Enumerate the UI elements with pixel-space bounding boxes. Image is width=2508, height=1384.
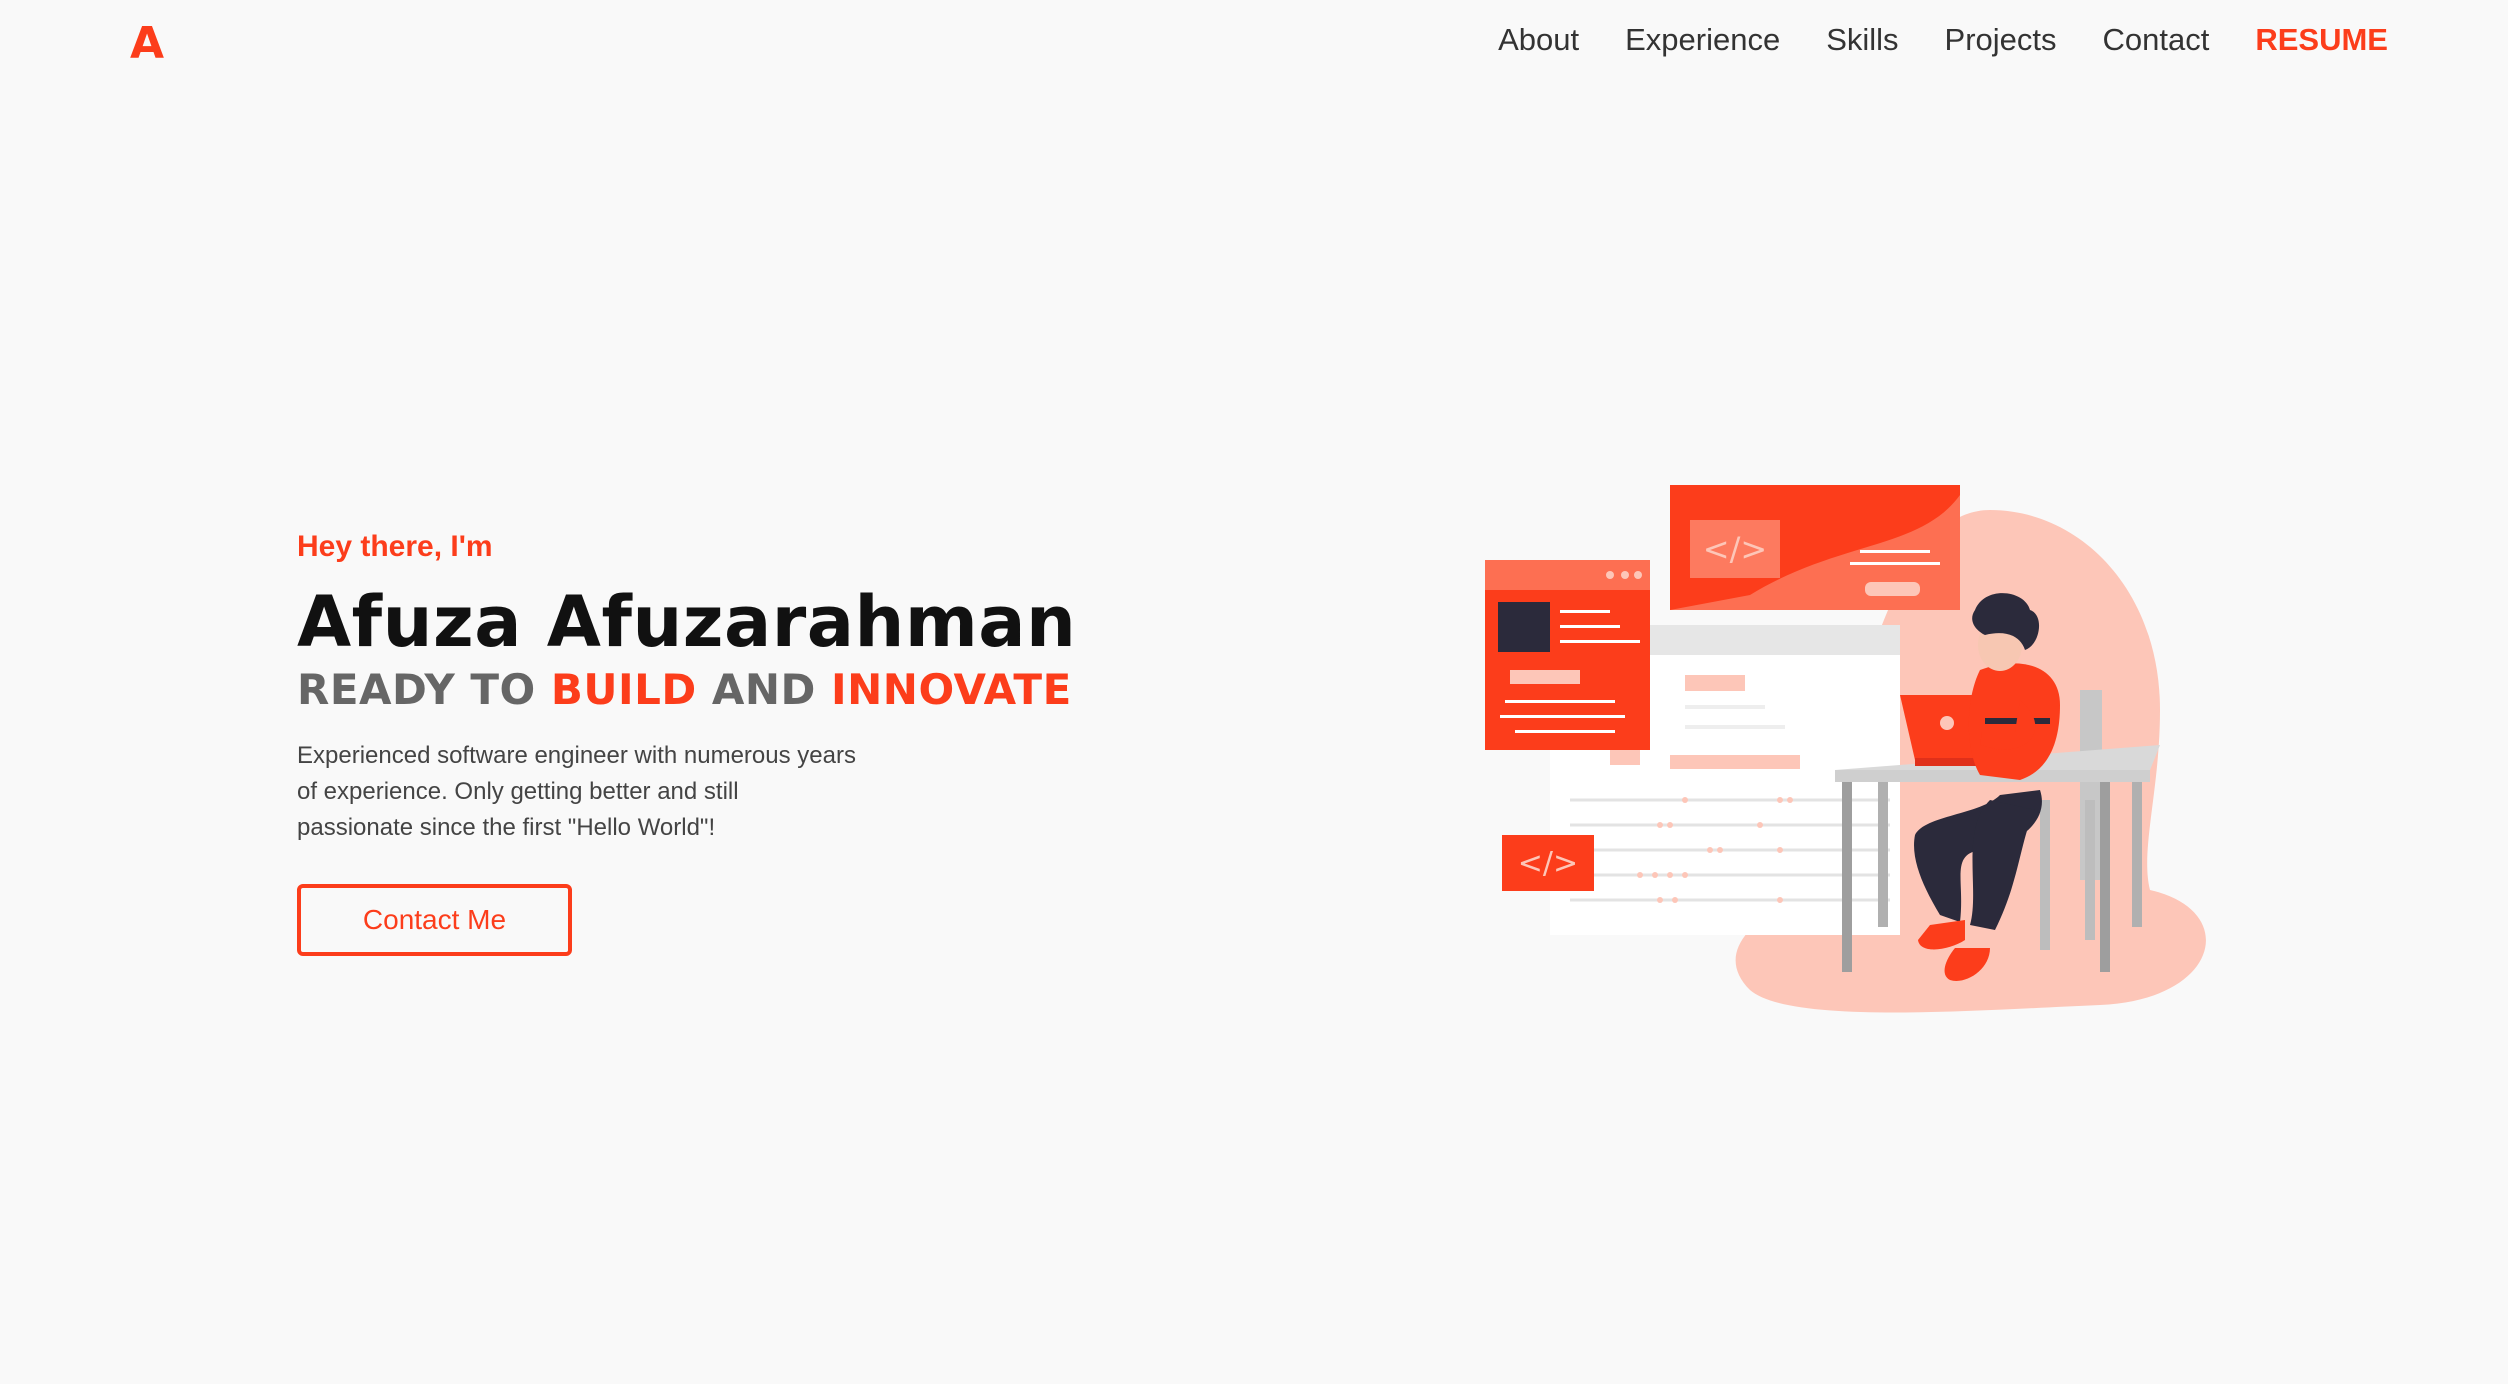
- page: A About Experience Skills Projects Conta…: [0, 0, 2508, 1384]
- nav-resume[interactable]: RESUME: [2255, 22, 2388, 58]
- logo[interactable]: A: [130, 18, 164, 69]
- contact-me-button[interactable]: Contact Me: [297, 884, 572, 956]
- tagline-part-3: AND: [711, 665, 816, 714]
- svg-text:</>: </>: [1518, 846, 1578, 881]
- tagline-part-2: BUILD: [550, 665, 697, 714]
- hero-description: Experienced software engineer with numer…: [297, 742, 856, 841]
- nav-projects[interactable]: Projects: [1945, 22, 2057, 58]
- hero-section: Hey there, I'm Afuza Afuzarahman READY T…: [297, 530, 1097, 956]
- nav-about[interactable]: About: [1498, 22, 1579, 58]
- hero-name: Afuza Afuzarahman: [297, 581, 1077, 663]
- nav-skills[interactable]: Skills: [1826, 22, 1898, 58]
- tagline-part-4: INNOVATE: [831, 665, 1072, 714]
- top-nav: About Experience Skills Projects Contact…: [1498, 22, 2388, 58]
- hero-greeting: Hey there, I'm: [297, 530, 493, 563]
- nav-experience[interactable]: Experience: [1625, 22, 1780, 58]
- tagline-part-1: READY TO: [297, 665, 536, 714]
- developer-at-desk-illustration: </> </>: [1485, 485, 2206, 1013]
- nav-contact[interactable]: Contact: [2103, 22, 2210, 58]
- hero-tagline: READY TO BUILD AND INNOVATE: [297, 665, 1097, 714]
- code-icon: </>: [1703, 530, 1767, 568]
